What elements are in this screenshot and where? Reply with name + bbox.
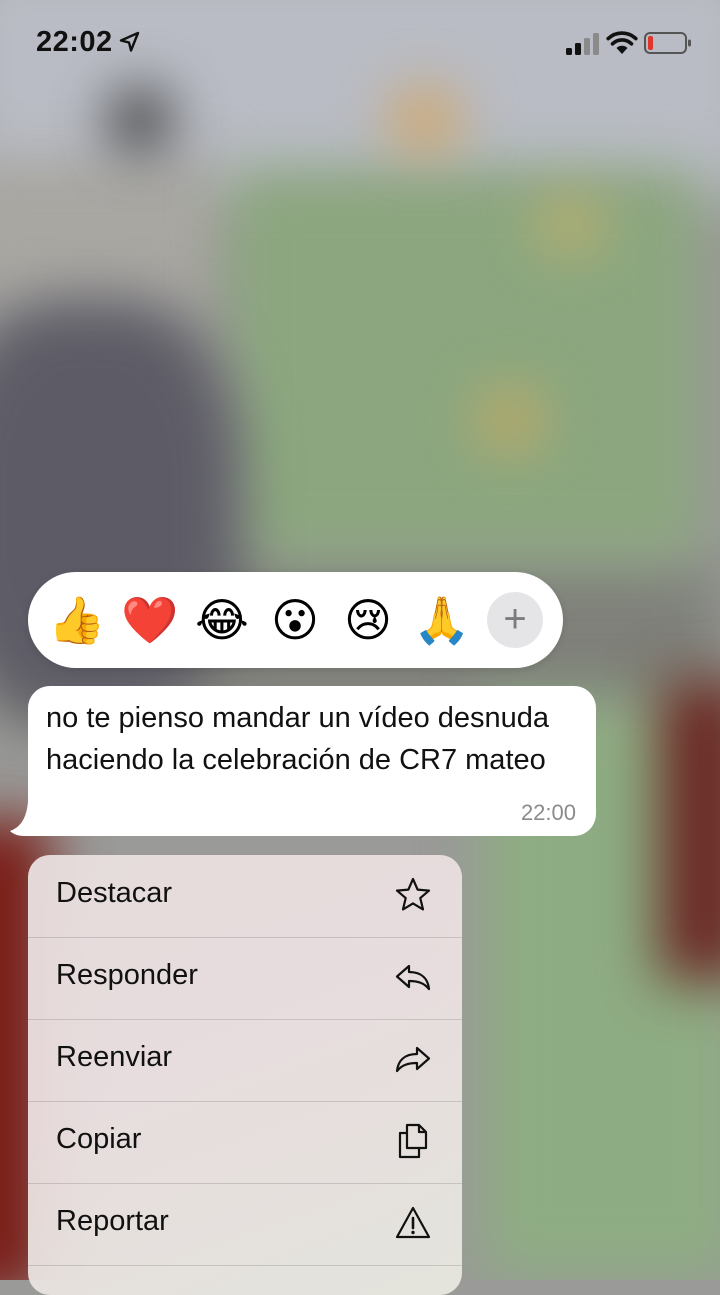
menu-item-label: Responder (56, 959, 198, 991)
menu-item-destacar[interactable]: Destacar (28, 855, 462, 938)
reaction-surprised[interactable]: 😮 (267, 592, 323, 648)
menu-item-label: Destacar (56, 877, 173, 909)
menu-item-responder[interactable]: Responder (28, 937, 462, 1020)
message-bubble[interactable]: no te pienso mandar un vídeo desnuda hac… (28, 686, 596, 836)
reply-icon (395, 964, 431, 991)
battery-low-icon (644, 32, 691, 54)
status-time: 22:02 (36, 26, 113, 58)
copy-icon (398, 1123, 428, 1159)
reaction-laughing[interactable]: 😂 (194, 592, 250, 648)
menu-item-copiar[interactable]: Copiar (28, 1101, 462, 1184)
status-bar: 22:02 (0, 0, 720, 88)
menu-item-label: Copiar (56, 1123, 142, 1155)
star-icon (395, 877, 431, 911)
wifi-icon (606, 31, 638, 54)
cellular-signal-icon (566, 33, 599, 55)
reaction-crying[interactable]: 😢 (340, 592, 396, 648)
reaction-picker: 👍 ❤️ 😂 😮 😢 🙏 + (28, 572, 563, 668)
forward-icon (395, 1046, 431, 1073)
menu-item-label: Reenviar (56, 1041, 173, 1073)
location-arrow-icon (119, 31, 140, 52)
menu-item-label: Reportar (56, 1205, 169, 1237)
message-context-menu: Destacar Responder Reenviar Copiar Repor… (28, 855, 462, 1295)
warning-icon (395, 1206, 431, 1239)
message-text: no te pienso mandar un vídeo desnuda hac… (46, 702, 550, 776)
more-reactions-plus-icon[interactable]: + (487, 592, 543, 648)
menu-item-reenviar[interactable]: Reenviar (28, 1019, 462, 1102)
menu-item-reportar[interactable]: Reportar (28, 1183, 462, 1266)
message-timestamp: 22:00 (520, 800, 576, 825)
reaction-heart[interactable]: ❤️ (121, 592, 178, 648)
reaction-thumbs-up[interactable]: 👍 (48, 592, 105, 648)
menu-item-partial[interactable] (28, 1265, 462, 1295)
reaction-praying-hands[interactable]: 🙏 (413, 592, 470, 648)
